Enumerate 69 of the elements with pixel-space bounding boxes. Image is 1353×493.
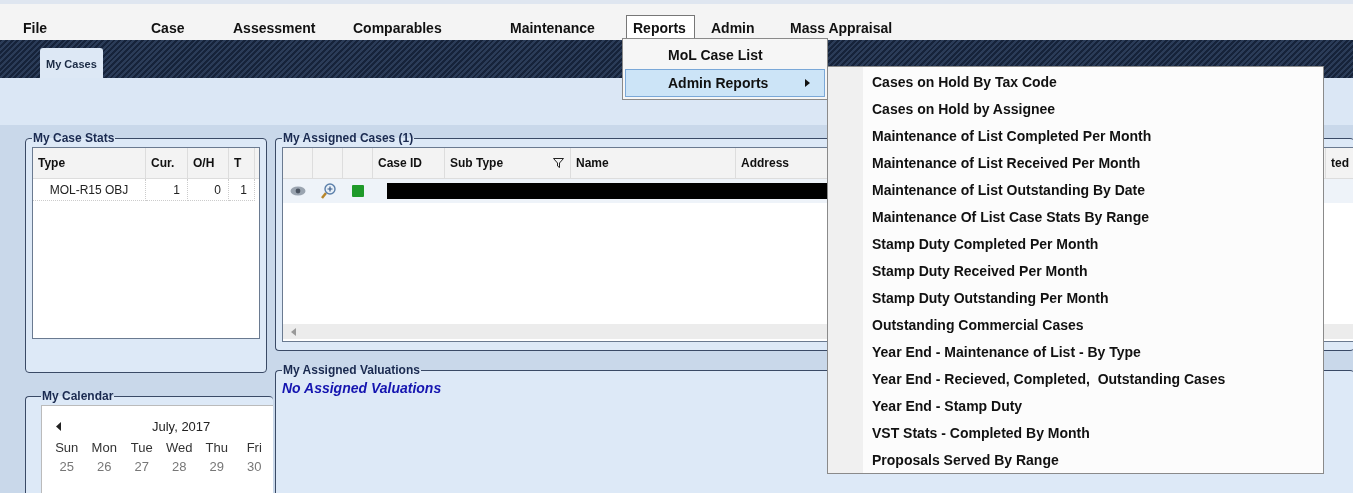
weekday-label: Mon — [90, 440, 118, 455]
menu-item[interactable]: Maintenance of List Outstanding By Date — [872, 176, 1323, 204]
menu-item[interactable]: MoL Case List — [625, 41, 825, 69]
previous-month-icon[interactable] — [56, 421, 62, 431]
menu-item[interactable]: File — [16, 17, 55, 39]
eye-icon[interactable] — [290, 186, 306, 196]
column-header[interactable]: Case ID — [373, 148, 445, 178]
panel-title: My Assigned Cases (1) — [282, 131, 415, 145]
menu-item[interactable]: Admin — [704, 17, 762, 39]
menu-item[interactable]: VST Stats - Completed By Month — [872, 419, 1323, 447]
weekday-label: Sun — [54, 440, 80, 455]
table-cell: 0 — [188, 179, 229, 201]
column-label: Address — [741, 156, 790, 170]
weekday-label: Thu — [204, 440, 229, 455]
menu-item[interactable]: Stamp Duty Outstanding Per Month — [872, 284, 1323, 312]
menu-item[interactable]: Assessment — [226, 17, 323, 39]
calendar-day[interactable]: 27 — [123, 459, 161, 474]
magnifier-icon[interactable] — [320, 183, 336, 199]
menu-item[interactable]: Reports — [626, 15, 695, 41]
menu-item[interactable]: Maintenance of List Completed Per Month — [872, 122, 1323, 150]
weekday-label: Fri — [245, 440, 263, 455]
column-header[interactable]: Sub Type — [445, 148, 571, 178]
column-label: Name — [576, 156, 609, 170]
menu-item[interactable]: Admin Reports — [625, 69, 825, 97]
table-cell: 1 — [146, 179, 188, 201]
panel-title: My Case Stats — [32, 131, 116, 145]
status-square-icon — [352, 185, 364, 197]
column-label: Sub Type — [450, 156, 504, 170]
column-header[interactable]: Cur. — [146, 148, 188, 178]
calendar-day[interactable]: 26 — [85, 459, 123, 474]
menu-item-label: Admin Reports — [668, 75, 769, 91]
empty-message: No Assigned Valuations — [282, 380, 442, 396]
weekday-label: Tue — [129, 440, 154, 455]
menu-item[interactable]: Year End - Recieved, Completed, Outstanding Cases — [872, 365, 1323, 393]
menu-item[interactable]: Stamp Duty Received Per Month — [872, 257, 1323, 285]
panel-title: My Calendar — [41, 389, 115, 403]
column-header[interactable]: T — [229, 148, 255, 178]
panel-title: My Assigned Valuations — [282, 363, 421, 377]
menu-item[interactable]: Maintenance Of List Case Stats By Range — [872, 203, 1323, 231]
menu-item[interactable]: Comparables — [346, 17, 449, 39]
column-label: ted — [1331, 156, 1349, 170]
calendar-day[interactable]: 29 — [198, 459, 236, 474]
column-label: Case ID — [378, 156, 423, 170]
month-label: July, 2017 — [152, 418, 211, 434]
column-header[interactable]: Name — [571, 148, 736, 178]
menu-item[interactable]: Mass Appraisal — [783, 17, 900, 39]
menu-item[interactable]: Stamp Duty Completed Per Month — [872, 230, 1323, 258]
menu-item[interactable]: Cases on Hold By Tax Code — [872, 69, 1323, 96]
calendar-day[interactable]: 30 — [235, 459, 273, 474]
column-header[interactable]: O/H — [188, 148, 229, 178]
menu-item[interactable]: Cases on Hold by Assignee — [872, 95, 1323, 123]
table-cell: 1 — [229, 179, 255, 201]
menu-item[interactable]: Proposals Served By Range — [872, 446, 1323, 474]
filter-icon[interactable] — [553, 158, 564, 168]
menu-item[interactable]: Outstanding Commercial Cases — [872, 311, 1323, 339]
weekday-label: Wed — [165, 440, 194, 455]
menu-item[interactable]: Maintenance — [503, 17, 602, 39]
menu-item[interactable]: Year End - Stamp Duty — [872, 392, 1323, 420]
tab[interactable]: My Cases — [40, 48, 103, 78]
menu-item[interactable]: Year End - Maintenance of List - By Type — [872, 338, 1323, 366]
column-header[interactable]: Type — [33, 148, 146, 178]
menu-item[interactable]: Maintenance of List Received Per Month — [872, 149, 1323, 177]
table-cell: MOL-R15 OBJ — [33, 179, 146, 201]
calendar-day[interactable]: 25 — [48, 459, 86, 474]
calendar-day[interactable]: 28 — [160, 459, 198, 474]
menu-item[interactable]: Case — [144, 17, 192, 39]
submenu-arrow-icon — [805, 79, 810, 87]
menu-item-label: MoL Case List — [668, 47, 763, 63]
column-header[interactable]: ted — [1326, 148, 1353, 178]
